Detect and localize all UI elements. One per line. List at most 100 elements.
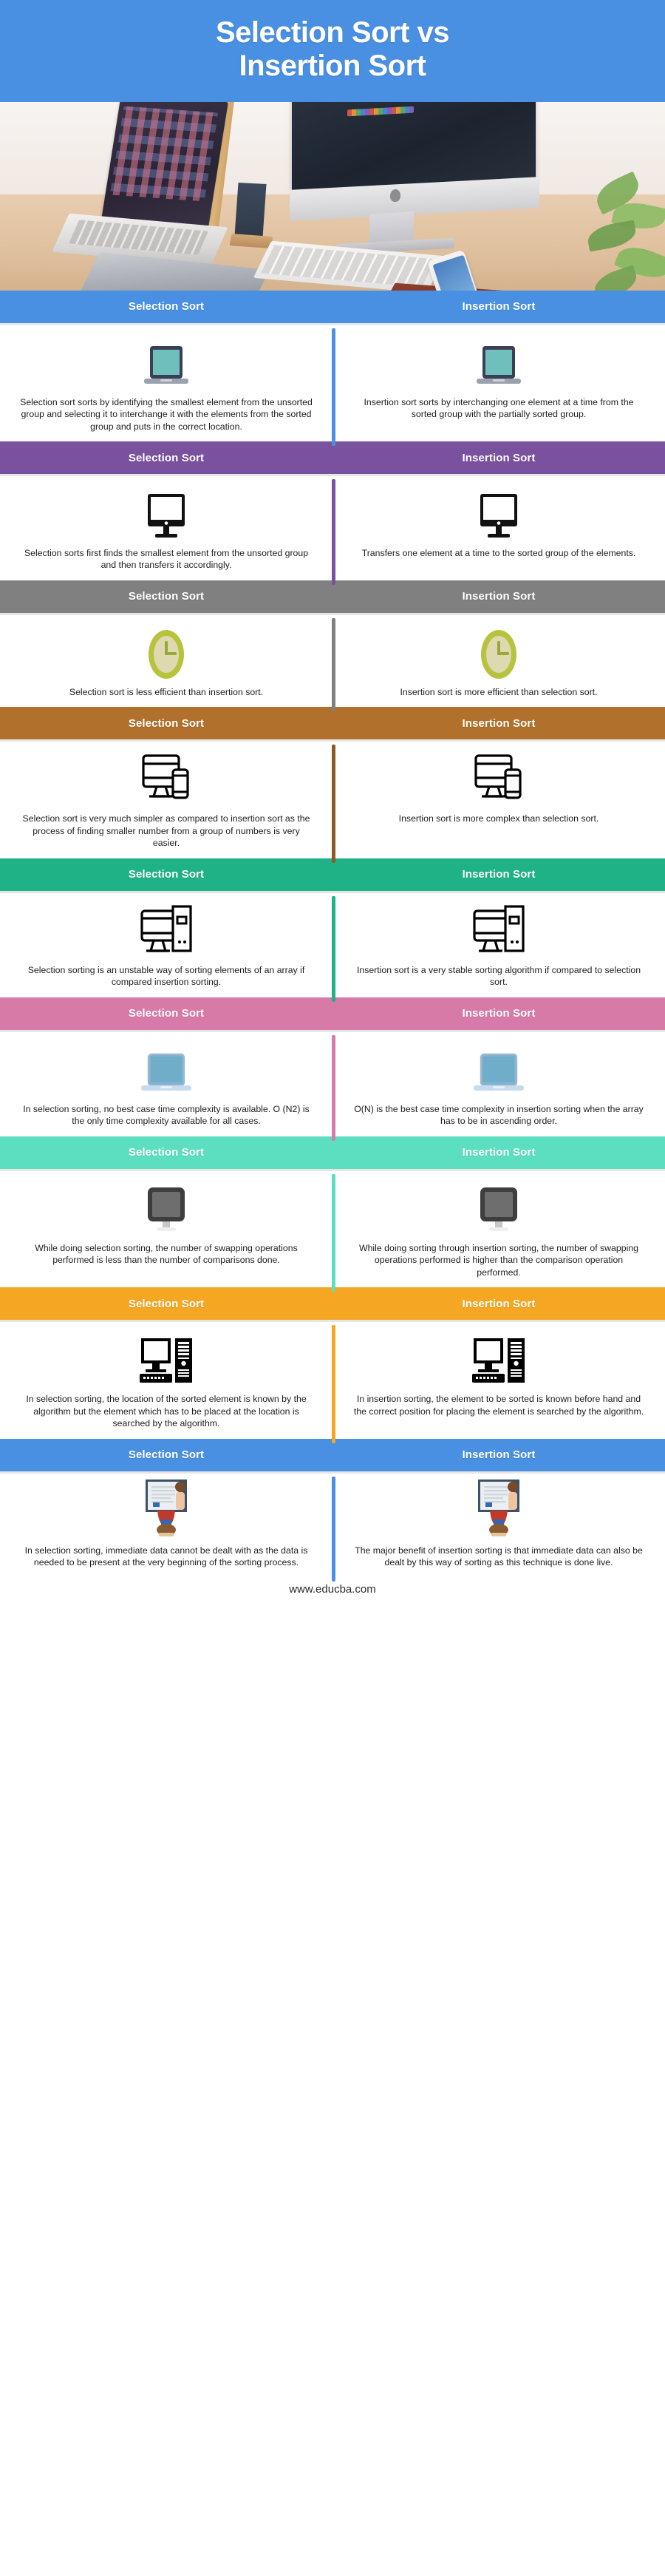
title-banner: Selection Sort vs Insertion Sort — [0, 0, 665, 102]
insertion-sort-cell: In insertion sorting, the element to be … — [332, 1332, 665, 1429]
right-description: O(N) is the best case time complexity in… — [354, 1103, 644, 1127]
section-header-band: Selection Sort Insertion Sort — [0, 1136, 665, 1169]
band-label-selection-sort: Selection Sort — [128, 1448, 205, 1461]
laptop-app-grid — [109, 106, 219, 202]
band-label-insertion-sort: Insertion Sort — [462, 1297, 536, 1310]
left-description: In selection sorting, immediate data can… — [24, 1545, 308, 1567]
monitor-phone-outline-icon — [474, 754, 522, 800]
left-description: Selection sort is less efficient than in… — [69, 686, 264, 697]
selection-sort-cell: In selection sorting, no best case time … — [0, 1043, 332, 1128]
clock-olive-icon — [149, 629, 184, 679]
right-description: Insertion sort is more complex than sele… — [398, 813, 599, 824]
laptop-blue-icon — [138, 1043, 194, 1097]
selection-sort-cell: In selection sorting, immediate data can… — [0, 1479, 332, 1569]
band-label-insertion-sort: Insertion Sort — [462, 868, 536, 881]
comparison-content-row: Selection sort is very much simpler as c… — [0, 742, 665, 863]
plant — [585, 171, 665, 291]
monitor-phone-outline-icon — [139, 752, 194, 807]
right-description: Insertion sort is a very stable sorting … — [356, 964, 641, 988]
comparison-section: Selection Sort Insertion Sort In selectio… — [0, 1438, 665, 1582]
apple-logo-icon — [390, 189, 400, 202]
monitor-black-icon — [474, 487, 523, 541]
clock-olive-icon — [143, 626, 189, 680]
band-label-insertion-sort: Insertion Sort — [462, 300, 536, 313]
selection-sort-cell: Selection sorts first finds the smallest… — [0, 487, 332, 572]
band-label-insertion-sort: Insertion Sort — [462, 716, 536, 730]
monitor-grey-icon — [148, 1187, 185, 1231]
left-description: Selection sort sorts by identifying the … — [20, 396, 313, 432]
band-label-insertion-sort: Insertion Sort — [462, 1448, 536, 1461]
left-description: Selection sorting is an unstable way of … — [27, 964, 305, 988]
comparison-rows: Selection Sort Insertion Sort Selection s… — [0, 290, 665, 1582]
insertion-sort-cell: Insertion sort sorts by interchanging on… — [332, 336, 665, 433]
desktop-tower-outline-icon — [140, 905, 192, 952]
section-header-band: Selection Sort Insertion Sort — [0, 1438, 665, 1471]
insertion-sort-cell: Transfers one element at a time to the s… — [332, 487, 665, 572]
band-label-insertion-sort: Insertion Sort — [462, 451, 536, 464]
column-divider — [332, 895, 335, 1002]
person-presentation-icon — [146, 1479, 187, 1536]
section-header-band: Selection Sort Insertion Sort — [0, 441, 665, 474]
pc-tower-monitor-icon — [140, 1338, 192, 1383]
band-label-insertion-sort: Insertion Sort — [462, 1146, 536, 1159]
column-divider — [332, 328, 335, 446]
monitor-black-icon — [480, 494, 517, 538]
right-description: The major benefit of insertion sorting i… — [355, 1545, 643, 1567]
page-title-line-1: Selection Sort vs — [215, 16, 450, 49]
comparison-content-row: Selection sorting is an unstable way of … — [0, 892, 665, 1002]
left-description: In selection sorting, no best case time … — [23, 1103, 310, 1127]
pc-tower-monitor-icon — [471, 1332, 527, 1387]
right-description: While doing sorting through insertion so… — [358, 1242, 638, 1278]
right-description: Insertion sort sorts by interchanging on… — [364, 396, 634, 420]
comparison-content-row: Selection sort is less efficient than in… — [0, 614, 665, 712]
comparison-content-row: In selection sorting, immediate data can… — [0, 1473, 665, 1582]
infographic-page: Selection Sort vs Insertion Sort Selecti… — [0, 0, 665, 1606]
monitor-phone-outline-icon — [471, 752, 526, 807]
person-presentation-icon — [478, 1479, 519, 1536]
insertion-sort-cell: Insertion sort is more complex than sele… — [332, 752, 665, 849]
laptop-blue-icon — [474, 1053, 524, 1091]
right-description: In insertion sorting, the element to be … — [353, 1394, 644, 1417]
comparison-content-row: Selection sorts first finds the smallest… — [0, 476, 665, 585]
laptop-teal-icon — [140, 336, 193, 390]
left-description: While doing selection sorting, the numbe… — [35, 1242, 298, 1266]
left-description: In selection sorting, the location of th… — [26, 1394, 307, 1429]
card-holder — [229, 233, 273, 248]
band-label-selection-sort: Selection Sort — [128, 1297, 205, 1310]
insertion-sort-cell: The major benefit of insertion sorting i… — [332, 1479, 665, 1569]
section-header-band: Selection Sort Insertion Sort — [0, 1287, 665, 1321]
insertion-sort-cell: Insertion sort is a very stable sorting … — [332, 904, 665, 989]
column-divider — [332, 1173, 335, 1292]
page-title: Selection Sort vs Insertion Sort — [15, 16, 650, 83]
insertion-sort-cell: O(N) is the best case time complexity in… — [332, 1043, 665, 1128]
selection-sort-cell: Selection sort sorts by identifying the … — [0, 336, 332, 433]
never-settle-card — [234, 182, 267, 237]
hero-photo — [0, 101, 665, 291]
section-header-band: Selection Sort Insertion Sort — [0, 707, 665, 740]
laptop-blue-icon — [471, 1043, 527, 1097]
column-divider — [332, 1325, 335, 1443]
monitor-phone-outline-icon — [142, 754, 189, 800]
comparison-section: Selection Sort Insertion Sort Selection s… — [0, 441, 665, 585]
right-description: Transfers one element at a time to the s… — [361, 548, 636, 558]
column-divider — [332, 479, 335, 585]
site-url: www.educba.com — [289, 1583, 376, 1596]
band-label-selection-sort: Selection Sort — [128, 1007, 205, 1020]
band-label-insertion-sort: Insertion Sort — [462, 1007, 536, 1020]
selection-sort-cell: Selection sort is less efficient than in… — [0, 626, 332, 698]
laptop-blue-icon — [141, 1053, 191, 1091]
comparison-section: Selection Sort Insertion Sort Selection s… — [0, 858, 665, 1002]
laptop-teal-icon — [144, 345, 188, 384]
desktop-tower-outline-icon — [139, 904, 194, 958]
comparison-section: Selection Sort Insertion Sort While doing… — [0, 1136, 665, 1292]
band-label-insertion-sort: Insertion Sort — [462, 590, 536, 603]
comparison-section: Selection Sort Insertion Sort In selectio… — [0, 997, 665, 1141]
column-divider — [332, 745, 335, 863]
monitor-black-icon — [148, 494, 185, 538]
band-label-selection-sort: Selection Sort — [128, 868, 205, 881]
desktop-tower-outline-icon — [471, 904, 526, 958]
page-title-line-2: Insertion Sort — [239, 49, 426, 82]
clock-olive-icon — [481, 629, 516, 679]
comparison-section: Selection Sort Insertion Sort Selection s… — [0, 290, 665, 446]
band-label-selection-sort: Selection Sort — [128, 300, 205, 313]
